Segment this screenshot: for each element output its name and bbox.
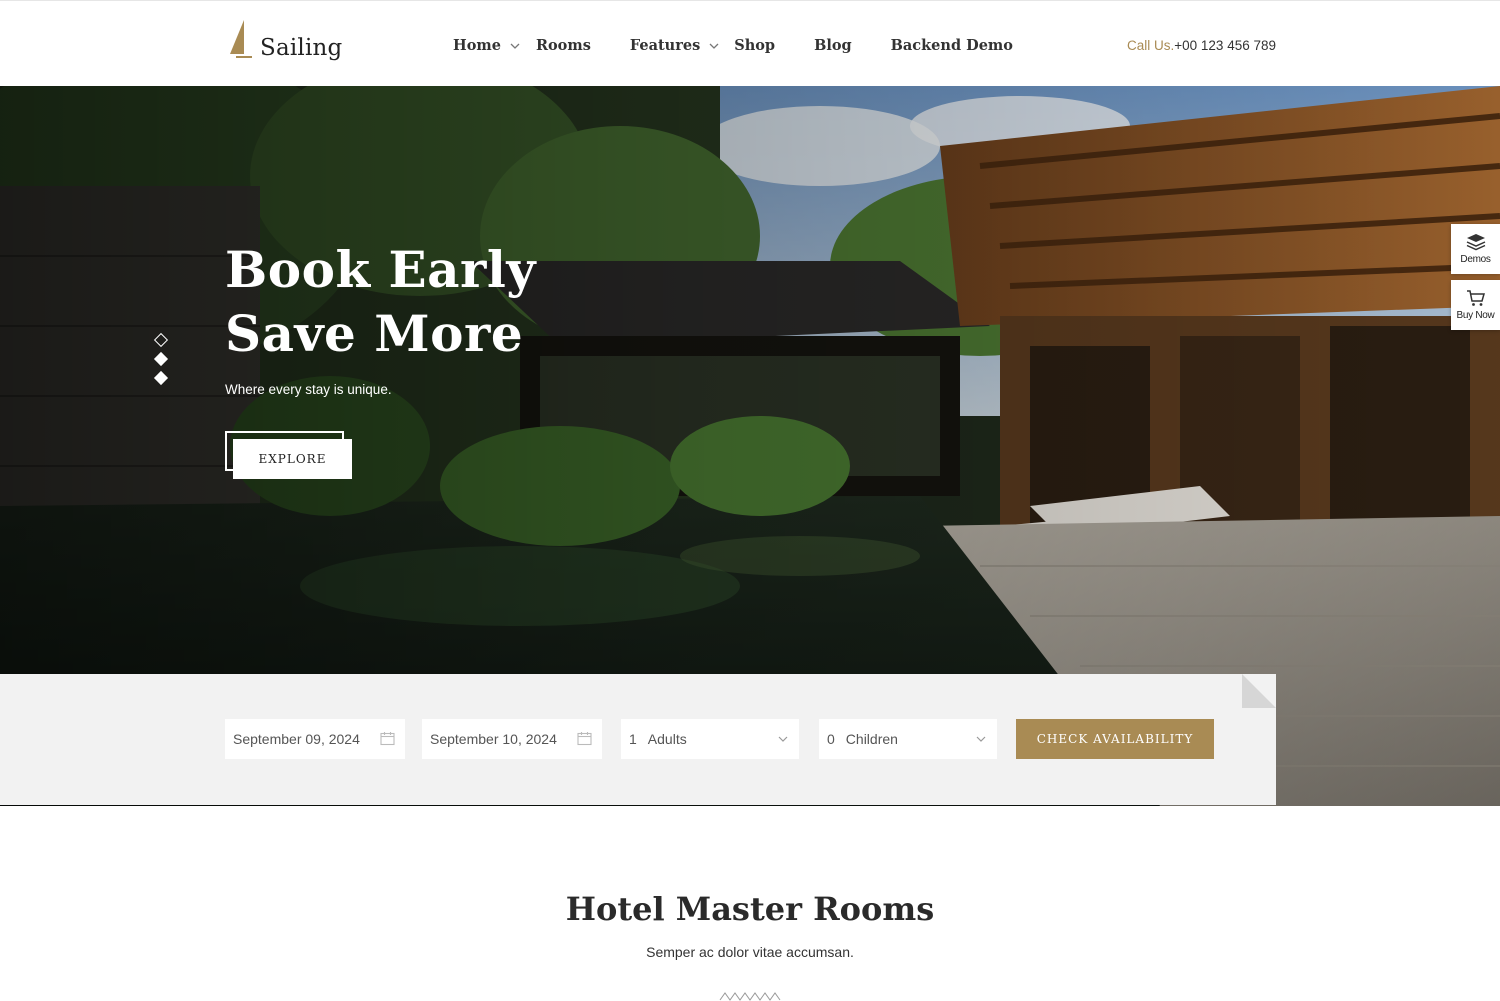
check-in-date-field[interactable]: September 09, 2024 <box>225 719 405 759</box>
demos-widget[interactable]: Demos <box>1451 224 1500 274</box>
adults-count: 1 <box>629 731 637 747</box>
booking-form: September 09, 2024 September 10, 2024 1 … <box>0 674 1276 805</box>
children-count: 0 <box>827 731 835 747</box>
check-availability-button[interactable]: CHECK AVAILABILITY <box>1016 719 1214 759</box>
slider-pagination <box>153 332 169 392</box>
section-title: Hotel Master Rooms <box>565 890 935 928</box>
explore-button-wrap: EXPLORE <box>225 431 352 479</box>
demos-label: Demos <box>1460 254 1491 265</box>
slider-dot-active[interactable] <box>153 332 169 348</box>
nav-item-label: Features <box>629 37 701 54</box>
nav-item-rooms[interactable]: Rooms <box>536 37 591 54</box>
zigzag-divider-icon <box>719 992 781 1001</box>
cart-icon <box>1466 290 1485 306</box>
buy-now-widget[interactable]: Buy Now <box>1451 280 1500 330</box>
nav-item-backend-demo[interactable]: Backend Demo <box>891 37 1013 54</box>
nav-item-label: Blog <box>814 37 852 54</box>
nav-item-home[interactable]: Home <box>453 37 521 54</box>
calendar-icon <box>380 732 395 746</box>
section-subtitle: Semper ac dolor vitae accumsan. <box>646 944 854 960</box>
layers-icon <box>1466 234 1485 251</box>
children-select[interactable]: 0 Children <box>819 719 997 759</box>
check-in-value: September 09, 2024 <box>233 731 360 747</box>
slider-dot[interactable] <box>153 351 169 367</box>
chevron-down-icon <box>510 43 520 49</box>
logo[interactable]: Sailing <box>226 17 342 61</box>
adults-select[interactable]: 1 Adults <box>621 719 799 759</box>
nav-item-label: Home <box>453 37 501 54</box>
chevron-down-icon <box>778 736 788 742</box>
check-out-date-field[interactable]: September 10, 2024 <box>422 719 602 759</box>
calendar-icon <box>577 732 592 746</box>
nav-item-label: Backend Demo <box>890 37 1013 54</box>
call-us[interactable]: Call Us.+00 123 456 789 <box>1127 38 1276 53</box>
nav-item-blog[interactable]: Blog <box>814 37 852 54</box>
booking-corner-fold <box>1242 674 1276 708</box>
nav-item-label: Shop <box>734 37 776 54</box>
logo-sail-icon <box>230 20 252 58</box>
nav-item-label: Rooms <box>535 37 591 54</box>
adults-label: Adults <box>647 731 687 747</box>
buy-now-label: Buy Now <box>1456 310 1495 321</box>
nav-item-features[interactable]: Features <box>630 37 720 54</box>
hero-title: Book Early Save More <box>225 240 536 363</box>
chevron-down-icon <box>976 736 986 742</box>
hero-subtitle: Where every stay is unique. <box>225 382 392 397</box>
slider-dot[interactable] <box>153 370 169 386</box>
main-nav: Home Rooms Features Shop Blog Backend De… <box>453 37 1013 54</box>
explore-button[interactable]: EXPLORE <box>233 439 352 479</box>
check-out-value: September 10, 2024 <box>430 731 557 747</box>
phone-number: +00 123 456 789 <box>1174 38 1276 53</box>
call-us-label: Call Us. <box>1127 38 1175 53</box>
site-header: Sailing Home Rooms Features Shop Blog Ba… <box>0 0 1500 86</box>
nav-item-shop[interactable]: Shop <box>734 37 775 54</box>
chevron-down-icon <box>709 43 719 49</box>
brand-name: Sailing <box>260 35 343 61</box>
children-label: Children <box>845 731 898 747</box>
